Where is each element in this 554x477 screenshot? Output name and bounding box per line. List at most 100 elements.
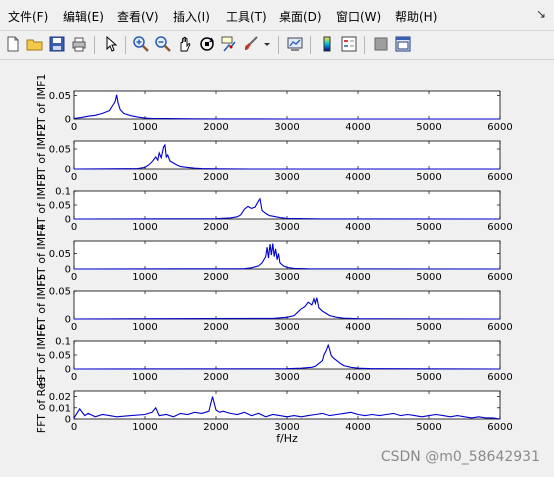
- x-tick-label: 2000: [203, 122, 228, 133]
- toolbar-separator: [125, 36, 126, 54]
- x-tick-label: 5000: [416, 422, 441, 433]
- x-tick-label: 5000: [416, 272, 441, 283]
- y-tick-label: 0: [65, 215, 71, 226]
- x-tick-label: 5000: [416, 122, 441, 133]
- menu-tools[interactable]: 工具(T): [226, 8, 267, 25]
- x-tick-label: 4000: [345, 222, 370, 233]
- menu-view[interactable]: 查看(V): [117, 8, 159, 25]
- toolbar-separator: [94, 36, 95, 54]
- x-tick-label: 4000: [345, 272, 370, 283]
- x-tick-label: 6000: [487, 372, 512, 383]
- watermark: CSDN @m0_58642931: [380, 449, 540, 465]
- print-icon[interactable]: [70, 35, 88, 53]
- brush-icon[interactable]: [242, 35, 260, 53]
- link-plot-icon[interactable]: [286, 35, 304, 53]
- x-tick-label: 0: [71, 272, 77, 283]
- x-tick-label: 0: [71, 172, 77, 183]
- y-tick-label: 0: [65, 165, 71, 176]
- x-tick-label: 1000: [132, 122, 157, 133]
- y-tick-label: 0: [65, 415, 71, 426]
- x-axis-label: f/Hz: [276, 432, 298, 445]
- y-axis-label: FFT of Res: [35, 377, 48, 434]
- subplots-svg: 0 1000 2000 3000 4000 5000 600000.05FFT of IMF…: [35, 74, 513, 445]
- x-tick-label: 6000: [487, 222, 512, 233]
- x-tick-label: 4000: [345, 372, 370, 383]
- x-tick-label: 3000: [274, 272, 299, 283]
- menu-insert[interactable]: 插入(I): [173, 8, 210, 25]
- x-tick-label: 2000: [203, 422, 228, 433]
- x-tick-label: 3000: [274, 372, 299, 383]
- x-tick-label: 0: [71, 372, 77, 383]
- y-tick-label: 0.1: [55, 187, 71, 198]
- x-tick-label: 5000: [416, 322, 441, 333]
- x-tick-label: 5000: [416, 172, 441, 183]
- axes-3: [73, 190, 501, 220]
- axes-1: [73, 90, 501, 120]
- x-tick-label: 6000: [487, 272, 512, 283]
- menu-desktop[interactable]: 桌面(D): [279, 8, 322, 25]
- menu-bar: 文件(F) 编辑(E) 查看(V) 插入(I) 工具(T) 桌面(D) 窗口(W…: [0, 0, 554, 31]
- x-tick-label: 3000: [274, 122, 299, 133]
- x-tick-label: 0: [71, 322, 77, 333]
- x-tick-label: 0: [71, 422, 77, 433]
- zoom-in-icon[interactable]: [132, 35, 150, 53]
- chevron-down-icon[interactable]: [262, 35, 272, 53]
- y-tick-label: 0.01: [49, 403, 71, 414]
- y-tick-label: 0.05: [49, 91, 71, 102]
- toolbar-separator: [278, 36, 279, 54]
- x-tick-label: 5000: [416, 372, 441, 383]
- x-tick-label: 4000: [345, 122, 370, 133]
- menu-edit[interactable]: 编辑(E): [63, 8, 104, 25]
- y-tick-label: 0: [65, 265, 71, 276]
- pointer-icon[interactable]: [102, 35, 120, 53]
- axes-2: [73, 140, 501, 170]
- x-tick-label: 1000: [132, 172, 157, 183]
- x-tick-label: 2000: [203, 222, 228, 233]
- y-tick-label: 0.05: [49, 351, 71, 362]
- data-cursor-icon[interactable]: [220, 35, 238, 53]
- y-tick-label: 0: [65, 115, 71, 126]
- y-tick-label: 0.05: [49, 249, 71, 260]
- x-tick-label: 6000: [487, 322, 512, 333]
- menu-window[interactable]: 窗口(W): [336, 8, 381, 25]
- open-folder-icon[interactable]: [26, 35, 44, 53]
- x-tick-label: 3000: [274, 172, 299, 183]
- rotate-3d-icon[interactable]: [198, 35, 216, 53]
- y-tick-label: 0: [65, 315, 71, 326]
- colorbar-icon[interactable]: [318, 35, 336, 53]
- save-icon[interactable]: [48, 35, 66, 53]
- toolbar-separator: [364, 36, 365, 54]
- x-tick-label: 2000: [203, 272, 228, 283]
- pan-hand-icon[interactable]: [176, 35, 194, 53]
- y-tick-label: 0.05: [49, 287, 71, 298]
- x-tick-label: 3000: [274, 222, 299, 233]
- x-tick-label: 1000: [132, 372, 157, 383]
- menu-help[interactable]: 帮助(H): [395, 8, 437, 25]
- legend-icon[interactable]: [340, 35, 358, 53]
- x-tick-label: 0: [71, 122, 77, 133]
- hide-plot-tools-icon[interactable]: [372, 35, 390, 53]
- x-tick-label: 3000: [274, 322, 299, 333]
- x-tick-label: 6000: [487, 422, 512, 433]
- figure-canvas: 0 1000 2000 3000 4000 5000 6000 0 0.05 FFT of IMF…: [0, 60, 554, 473]
- x-tick-label: 1000: [132, 322, 157, 333]
- x-tick-label: 2000: [203, 172, 228, 183]
- x-tick-label: 4000: [345, 422, 370, 433]
- x-tick-label: 6000: [487, 172, 512, 183]
- toolbar: [0, 31, 554, 60]
- axes-5: [73, 290, 501, 320]
- x-tick-label: 1000: [132, 422, 157, 433]
- axes-6: [73, 340, 501, 370]
- y-tick-label: 0.02: [49, 392, 71, 403]
- y-tick-label: 0.05: [49, 201, 71, 212]
- x-tick-label: 5000: [416, 222, 441, 233]
- show-plot-tools-icon[interactable]: [394, 35, 412, 53]
- y-tick-label: 0.05: [49, 145, 71, 156]
- zoom-out-icon[interactable]: [154, 35, 172, 53]
- menu-file[interactable]: 文件(F): [8, 8, 48, 25]
- x-tick-label: 1000: [132, 272, 157, 283]
- toolbar-separator: [310, 36, 311, 54]
- dock-arrow-icon[interactable]: ↘: [536, 7, 546, 21]
- new-file-icon[interactable]: [4, 35, 22, 53]
- x-tick-label: 2000: [203, 372, 228, 383]
